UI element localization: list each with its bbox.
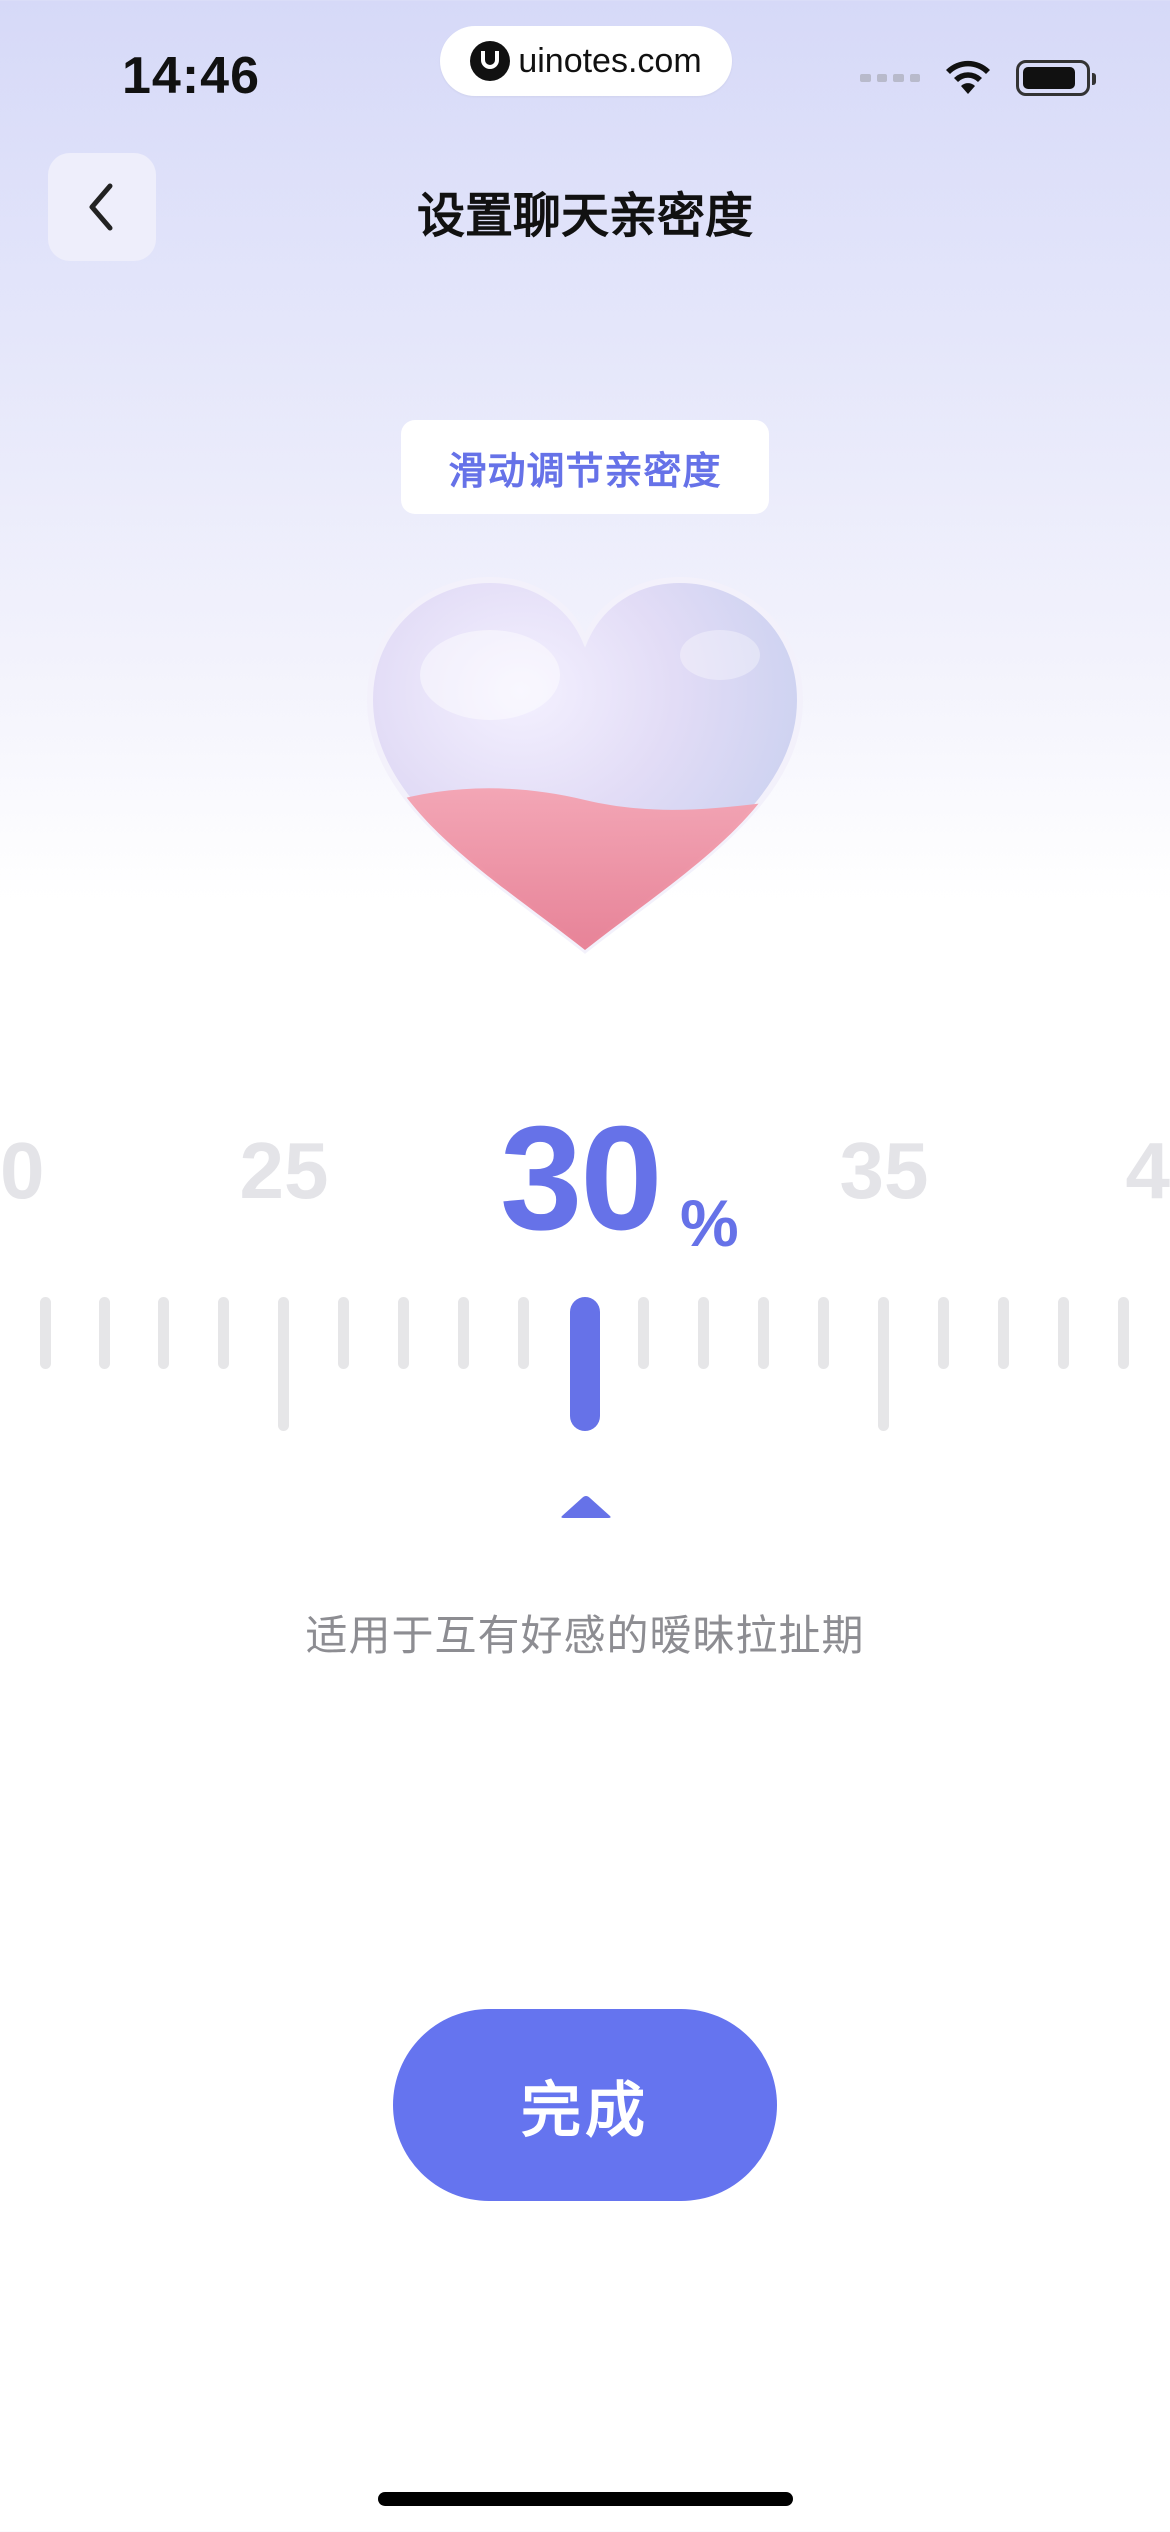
ruler-tick	[818, 1297, 829, 1369]
ruler-tick	[338, 1297, 349, 1369]
ruler-tick	[638, 1297, 649, 1369]
ruler-label-40: 40	[1125, 1126, 1170, 1215]
ruler-label-25: 25	[239, 1126, 329, 1215]
ruler-tick	[1118, 1297, 1129, 1369]
ruler-tick	[1058, 1297, 1069, 1369]
url-pill[interactable]: uinotes.com	[440, 26, 732, 96]
slide-hint-chip: 滑动调节亲密度	[401, 420, 769, 514]
ruler-tick	[158, 1297, 169, 1369]
heart-icon	[366, 576, 804, 954]
page-title: 设置聊天亲密度	[416, 188, 753, 244]
intimacy-description: 适用于互有好感的暧昧拉扯期	[305, 1611, 865, 1660]
ruler-tick-major	[278, 1297, 289, 1431]
ruler-tick	[518, 1297, 529, 1369]
ruler-tick	[40, 1297, 51, 1369]
pointer-up-icon	[561, 1496, 611, 1518]
percent-unit: %	[680, 1186, 739, 1260]
done-button[interactable]: 完成	[393, 2009, 777, 2201]
ruler-label-20: 20	[0, 1126, 45, 1215]
status-icons	[860, 58, 1096, 98]
ruler-tick	[398, 1297, 409, 1369]
url-text: uinotes.com	[518, 41, 702, 80]
wifi-icon	[946, 60, 990, 94]
ruler-tick	[698, 1297, 709, 1369]
home-indicator[interactable]	[378, 2492, 793, 2506]
ruler-tick-major	[878, 1297, 889, 1431]
intimacy-value: 30	[500, 1096, 663, 1261]
ruler-tick	[938, 1297, 949, 1369]
ruler-tick	[758, 1297, 769, 1369]
ruler-indicator[interactable]	[570, 1297, 600, 1431]
ruler-tick	[458, 1297, 469, 1369]
signal-icon	[860, 71, 920, 85]
battery-icon	[1016, 60, 1096, 96]
ruler-tick	[998, 1297, 1009, 1369]
status-time: 14:46	[122, 47, 260, 105]
site-logo-icon	[470, 41, 511, 81]
ruler-tick	[218, 1297, 229, 1369]
ruler-label-35: 35	[839, 1126, 929, 1215]
ruler-tick	[99, 1297, 110, 1369]
